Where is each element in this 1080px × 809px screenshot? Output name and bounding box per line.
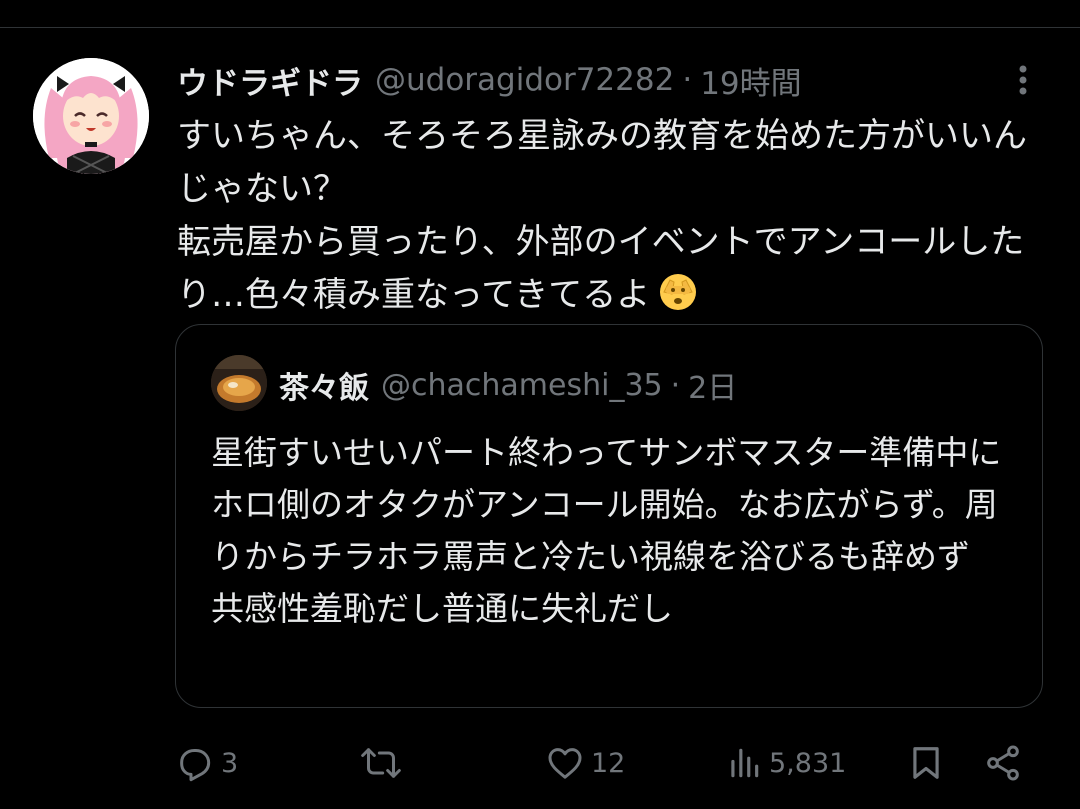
repost-button[interactable] bbox=[360, 735, 408, 791]
view-count: 5,831 bbox=[769, 747, 847, 779]
quoted-tweet[interactable]: 茶々飯 @chachameshi_35 · 2日 星街すいせいパート終わってサン… bbox=[175, 324, 1043, 708]
share-button[interactable] bbox=[983, 735, 1023, 791]
quoted-avatar[interactable] bbox=[211, 355, 267, 411]
more-dots-icon bbox=[1019, 65, 1027, 95]
like-button[interactable]: 12 bbox=[545, 735, 625, 791]
reply-icon bbox=[180, 749, 211, 782]
avatar[interactable] bbox=[33, 58, 149, 174]
share-icon bbox=[987, 745, 1019, 781]
views-bar-chart-icon bbox=[731, 748, 759, 778]
quoted-timestamp[interactable]: 2日 bbox=[688, 363, 737, 407]
repost-icon bbox=[361, 748, 401, 778]
reply-button[interactable]: 3 bbox=[175, 735, 238, 791]
author-handle[interactable]: @udoragidor72282 bbox=[375, 62, 674, 98]
avatar-illustration bbox=[33, 58, 149, 174]
tweet-body: すいちゃん、そろそろ星詠みの教育を始めた方がいいんじゃない？ 転売屋から買ったり… bbox=[177, 110, 1037, 322]
action-bar: 3 12 5,831 bbox=[175, 735, 1045, 791]
quoted-text: 星街すいせいパート終わってサンボマスター準備中にホロ側のオタクがアンコール開始。… bbox=[211, 433, 1002, 628]
quoted-separator-dot: · bbox=[670, 367, 681, 403]
views-button[interactable]: 5,831 bbox=[725, 735, 846, 791]
bookmark-icon bbox=[913, 747, 939, 779]
timestamp[interactable]: 19時間 bbox=[700, 58, 801, 103]
tweet-text: すいちゃん、そろそろ星詠みの教育を始めた方がいいんじゃない？ 転売屋から買ったり… bbox=[177, 116, 1027, 315]
reply-count: 3 bbox=[221, 747, 239, 779]
like-count: 12 bbox=[591, 747, 626, 779]
quoted-author-handle[interactable]: @chachameshi_35 bbox=[381, 368, 663, 403]
quoted-avatar-photo bbox=[211, 355, 267, 411]
separator-dot: · bbox=[682, 62, 693, 98]
tweet-header: ウドラギドラ @udoragidor72282 · 19時間 bbox=[177, 56, 802, 104]
author-name[interactable]: ウドラギドラ bbox=[177, 58, 363, 103]
quoted-author-name[interactable]: 茶々飯 bbox=[279, 363, 369, 407]
quoted-header: 茶々飯 @chachameshi_35 · 2日 bbox=[279, 363, 737, 407]
bookmark-button[interactable] bbox=[907, 735, 945, 791]
heart-icon bbox=[548, 748, 582, 779]
more-options-button[interactable] bbox=[1003, 60, 1043, 100]
face-with-peeking-eye-icon bbox=[658, 272, 698, 312]
top-divider bbox=[0, 27, 1080, 28]
